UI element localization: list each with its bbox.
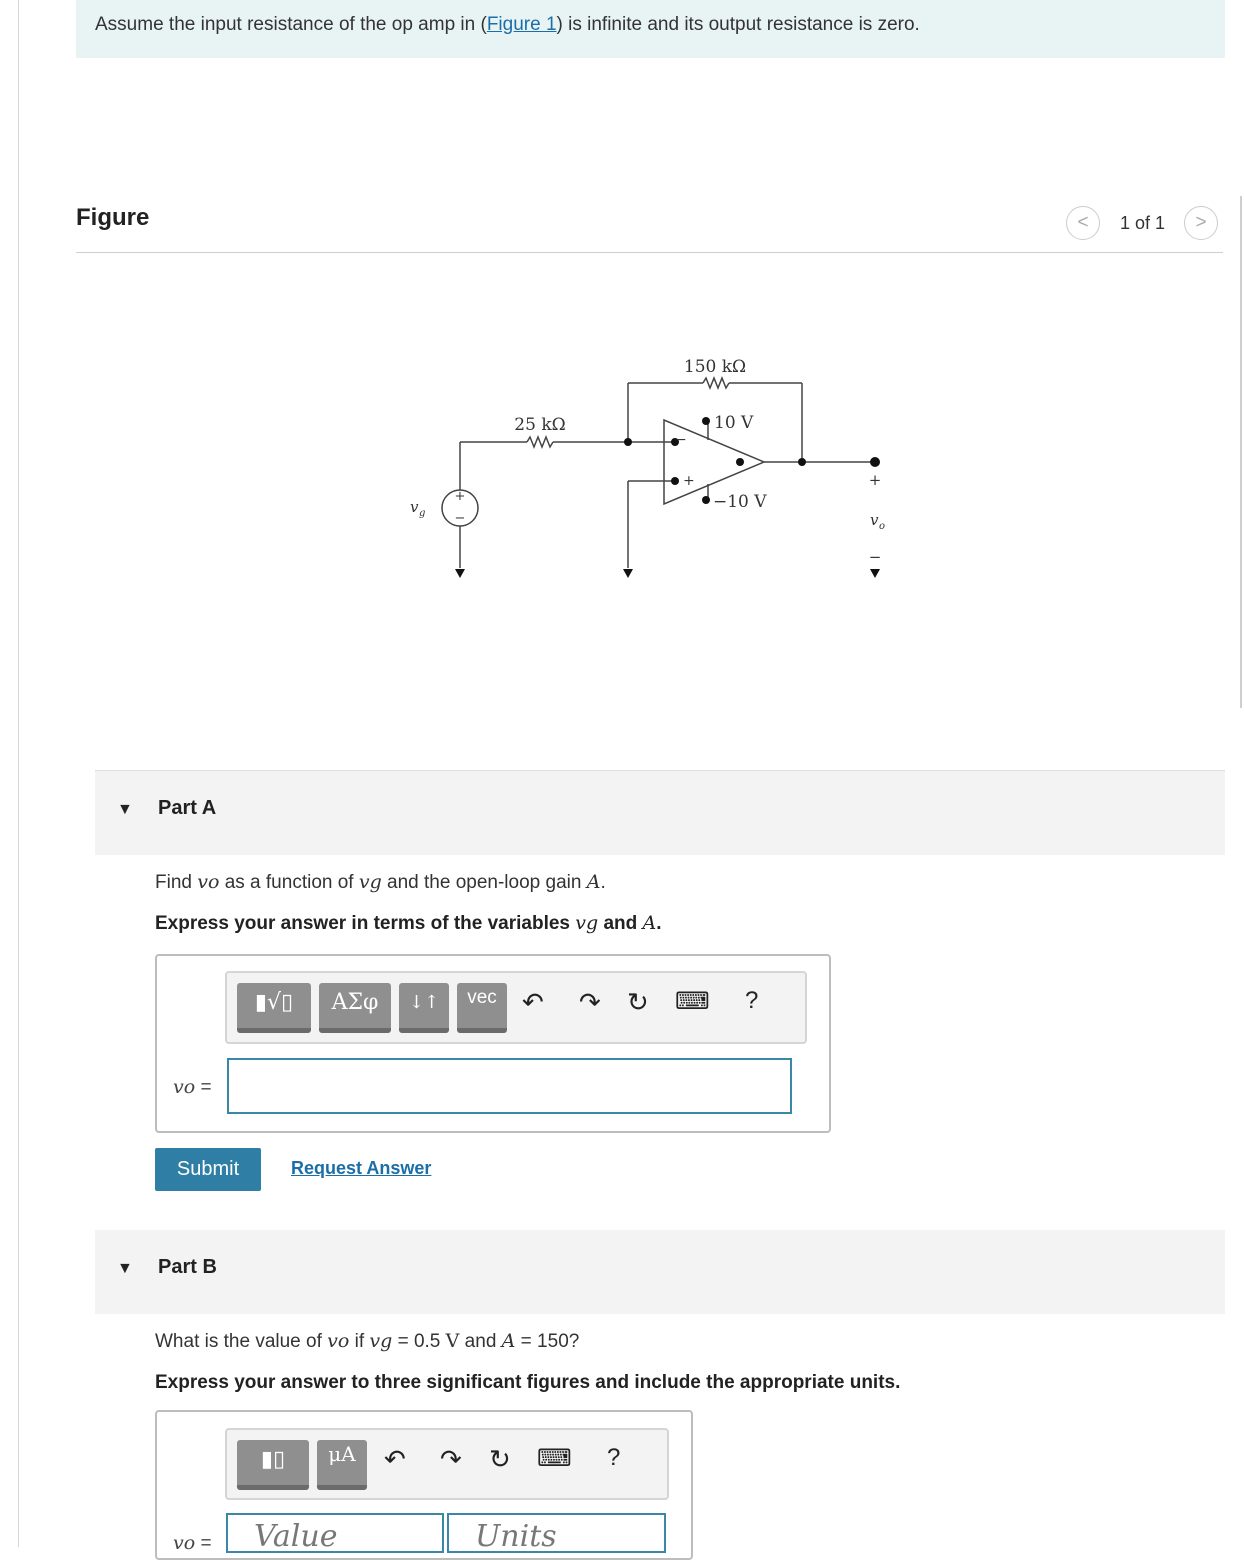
figure-link[interactable]: Figure 1 <box>487 14 557 35</box>
greek-symbols-button[interactable]: ΑΣφ <box>319 983 391 1033</box>
request-answer-link[interactable]: Request Answer <box>291 1158 431 1179</box>
help-icon[interactable]: ? <box>607 1444 620 1472</box>
figure-divider <box>76 252 1223 253</box>
keyboard-icon[interactable]: ⌨ <box>675 987 710 1016</box>
vo-subscript: o <box>879 521 885 532</box>
part-b-math-toolbar: ▮▯ μA ↶ ↷ ↻ ⌨ ? <box>225 1428 669 1500</box>
vo-minus-sign: − <box>869 548 882 566</box>
part-a-question: Find vo as a function of vg and the open… <box>155 871 606 893</box>
keyboard-icon[interactable]: ⌨ <box>537 1444 572 1473</box>
part-b-question: What is the value of vo if vg = 0.5 V an… <box>155 1330 580 1352</box>
part-a-math-toolbar: ▮√▯ ΑΣφ ↓↑ vec ↶ ↷ ↻ ⌨ ? <box>225 971 807 1044</box>
templates-button[interactable]: ▮√▯ <box>237 983 311 1033</box>
source-minus-sign: − <box>455 511 466 526</box>
op-amp-circuit-diagram: + − v g 25 kΩ 150 kΩ 10 V −10 V − + + v … <box>410 357 885 578</box>
negative-supply-label: −10 V <box>713 492 767 512</box>
collapse-triangle-icon: ▼ <box>117 801 133 818</box>
part-a-vo-label: vo = <box>173 1076 212 1098</box>
vg-label: v <box>410 498 419 516</box>
redo-icon[interactable]: ↷ <box>579 987 601 1018</box>
next-figure-button[interactable]: > <box>1184 206 1218 240</box>
vo-label: v <box>870 511 879 529</box>
part-b-label: Part B <box>158 1256 217 1278</box>
submit-button[interactable]: Submit <box>155 1148 261 1191</box>
collapse-triangle-icon: ▼ <box>117 1260 133 1277</box>
undo-icon[interactable]: ↶ <box>384 1444 406 1475</box>
redo-icon[interactable]: ↷ <box>440 1444 462 1475</box>
figure-title: Figure <box>76 204 150 231</box>
vector-button[interactable]: vec <box>457 983 507 1033</box>
part-a-answer-box: ▮√▯ ΑΣφ ↓↑ vec ↶ ↷ ↻ ⌨ ? vo = <box>155 954 831 1133</box>
inverting-input-sign: − <box>675 432 687 448</box>
source-plus-sign: + <box>455 489 466 504</box>
units-input[interactable]: Units <box>447 1513 666 1554</box>
prev-figure-button[interactable]: < <box>1066 206 1100 240</box>
vo-plus-sign: + <box>869 471 882 489</box>
figure-pager: 1 of 1 <box>1120 213 1166 233</box>
page-left-border <box>18 0 19 1547</box>
units-button[interactable]: μA <box>317 1440 367 1490</box>
resistor-25k-label: 25 kΩ <box>514 415 565 435</box>
chevron-right-icon: > <box>1195 212 1207 233</box>
reset-icon[interactable]: ↻ <box>489 1444 511 1475</box>
figure-scrollbar[interactable] <box>1240 196 1242 708</box>
subscript-superscript-button[interactable]: ↓↑ <box>399 983 449 1033</box>
vg-subscript: g <box>419 508 425 519</box>
resistor-150k-label: 150 kΩ <box>684 357 746 377</box>
part-a-label: Part A <box>158 797 217 819</box>
part-b-instructions: Express your answer to three significant… <box>155 1372 901 1393</box>
part-a-instructions: Express your answer in terms of the vari… <box>155 912 662 934</box>
templates-button[interactable]: ▮▯ <box>237 1440 309 1490</box>
chevron-left-icon: < <box>1077 212 1089 233</box>
part-b-header[interactable]: ▼ Part B <box>95 1230 1225 1314</box>
reset-icon[interactable]: ↻ <box>627 987 649 1018</box>
intro-text-start: Assume the input resistance of the op am… <box>95 14 487 35</box>
noninverting-input-sign: + <box>683 473 695 489</box>
help-icon[interactable]: ? <box>745 987 758 1015</box>
part-a-header[interactable]: ▼ Part A <box>95 770 1225 855</box>
problem-intro: Assume the input resistance of the op am… <box>76 0 1225 58</box>
positive-supply-label: 10 V <box>714 413 754 433</box>
undo-icon[interactable]: ↶ <box>522 987 544 1018</box>
intro-text-end: ) is infinite and its output resistance … <box>556 14 920 35</box>
value-input[interactable]: Value <box>226 1513 444 1554</box>
part-a-answer-input[interactable] <box>227 1058 792 1114</box>
part-b-vo-label: vo = <box>173 1532 212 1554</box>
